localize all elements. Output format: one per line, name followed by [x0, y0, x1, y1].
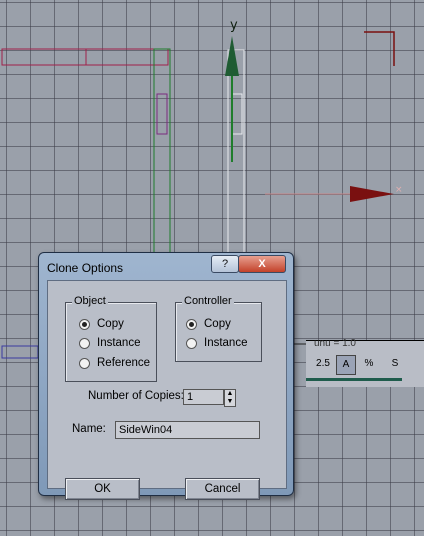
angle-snap-button[interactable]: 2.5	[314, 355, 332, 373]
toolbar-fragment-label: unu = 1.0	[314, 338, 356, 349]
percent-snap-button[interactable]: %	[360, 355, 378, 373]
wall-outline	[1, 48, 169, 66]
help-button[interactable]: ?	[211, 255, 239, 273]
object-instance-radio[interactable]: Instance	[79, 337, 140, 349]
object-group-title: Object	[72, 295, 108, 307]
window-frame	[156, 93, 168, 135]
dialog-client: Object Copy Instance Reference Controlle…	[47, 280, 287, 500]
radio-selected-icon	[79, 318, 90, 330]
dialog-title: Clone Options	[47, 261, 124, 275]
selected-box-inner	[231, 93, 243, 135]
spin-up-icon[interactable]: ▲	[225, 390, 235, 398]
object-group: Object Copy Instance Reference	[65, 295, 157, 382]
ok-button[interactable]: OK	[65, 478, 140, 500]
radio-label: Copy	[204, 318, 231, 330]
spinner-snap-button[interactable]: S	[386, 355, 404, 373]
radio-label: Reference	[97, 357, 151, 369]
name-input[interactable]: SideWin04	[115, 421, 260, 439]
radio-label: Instance	[204, 337, 248, 349]
selected-box	[227, 49, 245, 261]
spin-down-icon[interactable]: ▼	[225, 398, 235, 406]
controller-instance-radio[interactable]: Instance	[186, 337, 247, 349]
x-axis-cross: ×	[395, 185, 403, 195]
copies-spinner[interactable]: ▲ ▼	[224, 389, 236, 407]
radio-label: Instance	[97, 337, 141, 349]
toolbar-strip	[306, 378, 402, 381]
name-label: Name:	[72, 423, 106, 435]
radio-label: Copy	[97, 318, 124, 330]
cancel-button[interactable]: Cancel	[185, 478, 260, 500]
dialog-titlebar[interactable]: Clone Options ? X	[39, 253, 293, 279]
snap-toggle-button[interactable]: A	[336, 355, 356, 375]
copies-label: Number of Copies:	[88, 390, 184, 402]
controller-copy-radio[interactable]: Copy	[186, 318, 231, 330]
radio-icon	[79, 357, 90, 369]
corner-marker	[364, 31, 395, 66]
controller-group: Controller Copy Instance	[175, 295, 262, 362]
left-object	[1, 345, 39, 359]
radio-selected-icon	[186, 318, 197, 330]
object-reference-radio[interactable]: Reference	[79, 357, 150, 369]
radio-icon	[79, 337, 90, 349]
controller-group-title: Controller	[182, 295, 234, 307]
object-copy-radio[interactable]: Copy	[79, 318, 124, 330]
radio-icon	[186, 337, 197, 349]
close-button[interactable]: X	[238, 255, 286, 273]
y-axis-label: y	[230, 18, 238, 33]
copies-input[interactable]: 1	[183, 389, 224, 405]
clone-options-dialog: Clone Options ? X Object Copy Instance R…	[38, 252, 294, 500]
x-axis-arrow	[350, 186, 394, 202]
green-column	[153, 48, 171, 260]
y-axis-arrow	[225, 36, 239, 76]
